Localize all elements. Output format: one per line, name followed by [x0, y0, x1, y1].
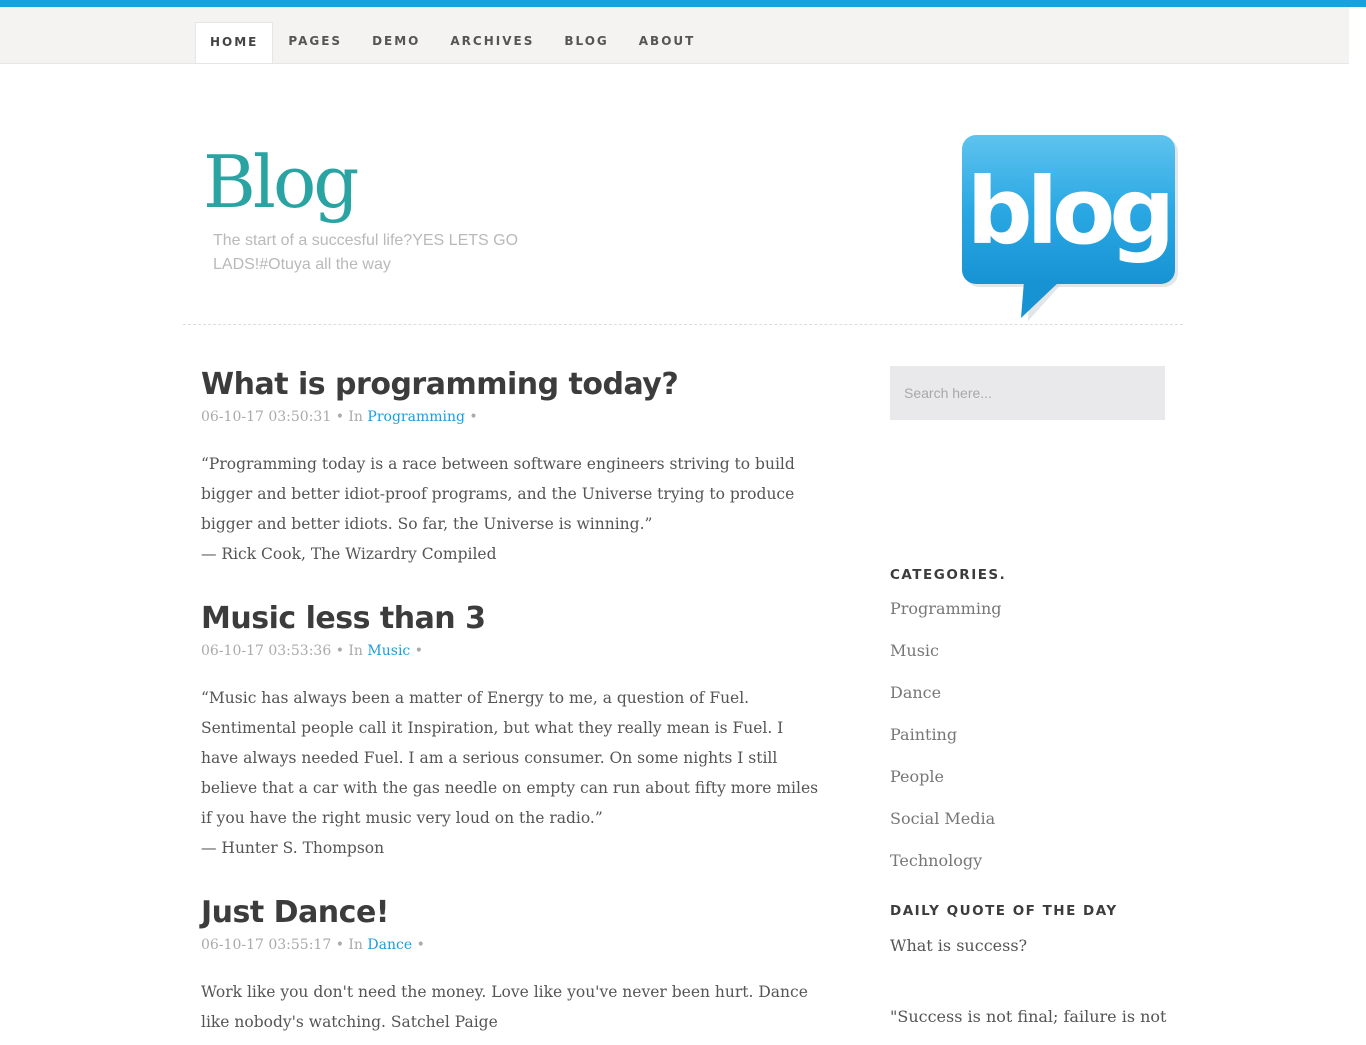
post-date: 06-10-17 03:53:36 [201, 643, 332, 659]
post-item: What is programming today? 06-10-17 03:5… [201, 364, 821, 598]
post-title[interactable]: Just Dance! [201, 892, 821, 934]
post-meta: 06-10-17 03:55:17 • In Dance • [201, 936, 821, 954]
nav-item-archives[interactable]: ARCHIVES [435, 23, 549, 63]
category-item-dance[interactable]: Dance [890, 672, 1170, 714]
meta-separator: • [335, 409, 349, 425]
meta-separator: • [414, 643, 423, 659]
site-title[interactable]: Blog [203, 146, 359, 218]
nav-item-demo[interactable]: DEMO [357, 23, 435, 63]
post-category-link[interactable]: Dance [367, 937, 412, 953]
nav-item-home[interactable]: HOME [195, 22, 274, 63]
post-paragraph: Work like you don't need the money. Love… [201, 983, 808, 1031]
post-excerpt: “Music has always been a matter of Energ… [201, 683, 821, 863]
category-item-programming[interactable]: Programming [890, 588, 1170, 630]
post-date: 06-10-17 03:50:31 [201, 409, 332, 425]
daily-quote-question: What is success? [890, 936, 1028, 955]
post-paragraph: “Programming today is a race between sof… [201, 455, 795, 533]
nav-item-about[interactable]: ABOUT [624, 23, 711, 63]
post-excerpt: Work like you don't need the money. Love… [201, 977, 821, 1037]
post-paragraph: “Music has always been a matter of Energ… [201, 689, 819, 827]
post-title[interactable]: Music less than 3 [201, 598, 821, 640]
post-list: What is programming today? 06-10-17 03:5… [201, 364, 821, 1037]
blog-logo[interactable]: blog [958, 131, 1188, 321]
post-in-label: In [348, 643, 363, 659]
logo-text: blog [967, 158, 1169, 265]
daily-quote-text: "Success is not final; failure is not [890, 1007, 1167, 1026]
nav-item-pages[interactable]: PAGES [273, 23, 357, 63]
category-item-people[interactable]: People [890, 756, 1170, 798]
meta-separator: • [416, 937, 425, 953]
post-title[interactable]: What is programming today? [201, 364, 821, 406]
site-header: Blog The start of a succesful life?YES L… [183, 100, 1183, 325]
speech-bubble-logo-icon: blog [962, 135, 1178, 321]
meta-separator: • [335, 937, 349, 953]
post-date: 06-10-17 03:55:17 [201, 937, 332, 953]
nav-menu: HOME PAGES DEMO ARCHIVES BLOG ABOUT [195, 22, 711, 63]
category-item-music[interactable]: Music [890, 630, 1170, 672]
category-item-painting[interactable]: Painting [890, 714, 1170, 756]
category-item-technology[interactable]: Technology [890, 840, 1170, 882]
meta-separator: • [469, 409, 478, 425]
post-item: Music less than 3 06-10-17 03:53:36 • In… [201, 598, 821, 892]
search-input[interactable] [890, 366, 1165, 420]
post-meta: 06-10-17 03:50:31 • In Programming • [201, 408, 821, 426]
post-attribution: — Rick Cook, The Wizardry Compiled [201, 545, 497, 563]
meta-separator: • [335, 643, 349, 659]
main-navigation: HOME PAGES DEMO ARCHIVES BLOG ABOUT [0, 7, 1349, 64]
site-tagline: The start of a succesful life?YES LETS G… [213, 232, 519, 273]
daily-quote-title: DAILY QUOTE OF THE DAY [890, 903, 1118, 919]
post-in-label: In [348, 409, 363, 425]
top-accent-bar [0, 0, 1366, 7]
categories-title: CATEGORIES. [890, 567, 1007, 583]
category-list: Programming Music Dance Painting People … [890, 588, 1170, 882]
post-excerpt: “Programming today is a race between sof… [201, 449, 821, 569]
category-item-social-media[interactable]: Social Media [890, 798, 1170, 840]
sidebar: CATEGORIES. Programming Music Dance Pain… [890, 366, 1170, 1026]
post-item: Just Dance! 06-10-17 03:55:17 • In Dance… [201, 892, 821, 1037]
post-meta: 06-10-17 03:53:36 • In Music • [201, 642, 821, 660]
post-category-link[interactable]: Music [367, 643, 410, 659]
post-in-label: In [348, 937, 363, 953]
nav-item-blog[interactable]: BLOG [549, 23, 623, 63]
post-category-link[interactable]: Programming [367, 409, 465, 425]
post-attribution: — Hunter S. Thompson [201, 839, 385, 857]
